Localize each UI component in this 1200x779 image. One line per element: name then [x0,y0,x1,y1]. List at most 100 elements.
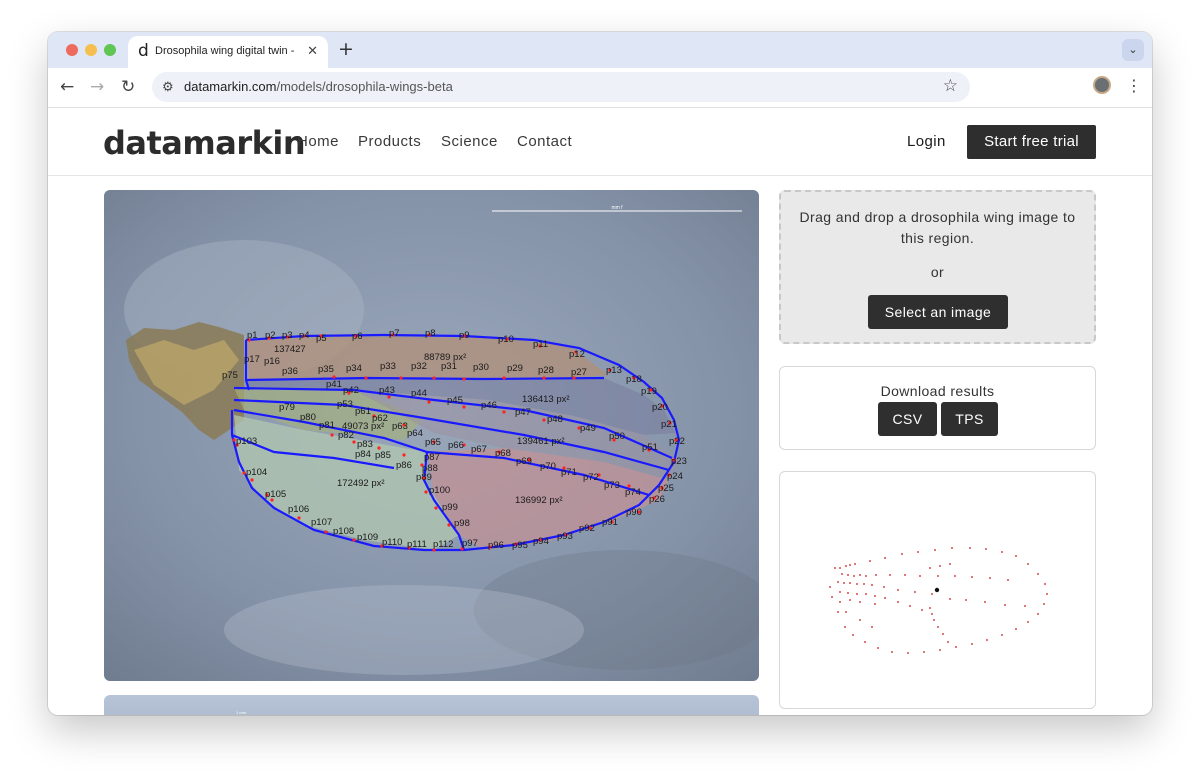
close-tab-icon[interactable]: ✕ [307,43,318,59]
logo[interactable]: datamarkin [103,124,306,162]
back-arrow-icon[interactable]: ← [60,77,74,97]
point-label: p30 [473,362,489,373]
favicon-icon: d [138,41,149,61]
dropzone-or: or [930,264,945,280]
nav-products[interactable]: Products [358,133,421,150]
preview-landmarks [829,547,1048,654]
address-bar[interactable]: ⚙ datamarkin.com/models/drosophila-wings… [152,72,970,102]
landmark-preview [779,471,1096,709]
point-label: p70 [540,461,556,472]
new-tab-icon[interactable]: + [338,38,354,60]
tab-title: Drosophila wing digital twin - [155,45,295,57]
point-label: p71 [561,467,577,478]
point-label: p6 [352,331,363,342]
area-label: 139461 px² [517,436,565,447]
kebab-icon[interactable]: ⋮ [1126,76,1142,95]
point-label: p41 [326,379,342,390]
point-label: p42 [343,385,359,396]
point-label: p4 [299,330,310,341]
point-label: p19 [641,386,657,397]
tab-search-icon[interactable]: ⌄ [1122,39,1144,61]
point-label: p9 [459,330,470,341]
point-label: p27 [571,367,587,378]
point-label: p23 [671,456,687,467]
area-label: 136992 px² [515,495,563,506]
point-label: p49 [580,423,596,434]
preview-centroid [934,587,940,593]
point-label: p51 [642,442,658,453]
point-label: p104 [246,467,267,478]
point-label: p61 [355,406,371,417]
point-label: p91 [602,517,618,528]
minimize-window-button[interactable] [85,44,97,56]
point-label: p83 [357,439,373,450]
star-icon[interactable]: ☆ [943,76,958,96]
point-label: p68 [495,448,511,459]
url-domain: datamarkin.com [184,79,277,94]
nav-contact[interactable]: Contact [517,133,572,150]
wing-overlay: mm f p1 p2 p3 p4 p5 p6 p7 p8 p9 p10 p11 … [104,190,759,681]
point-label: p110 [382,537,402,548]
browser-tab[interactable]: d Drosophila wing digital twin - ✕ [128,36,328,68]
browser-window: d Drosophila wing digital twin - ✕ + ⌄ ←… [48,32,1152,715]
point-label: p75 [222,370,238,381]
point-label: p20 [652,402,668,413]
scale-bar-label-2: 1 mm [236,710,246,715]
login-link[interactable]: Login [907,133,946,150]
download-tps-button[interactable]: TPS [941,402,998,436]
point-label: p74 [625,487,641,498]
area-label: 136413 px² [522,394,570,405]
tune-icon[interactable]: ⚙ [162,79,174,95]
point-label: p11 [533,339,548,350]
point-label: p5 [316,333,327,344]
point-label: p46 [481,400,497,411]
area-label: 88789 px² [424,352,466,363]
profile-avatar[interactable] [1093,76,1111,94]
point-label: p43 [379,385,395,396]
reload-icon[interactable]: ↻ [121,77,135,97]
point-label: p35 [318,364,334,375]
point-label: p33 [380,361,396,372]
point-label: p26 [649,494,665,505]
point-label: p18 [626,374,642,385]
scale-bar-label: mm f [611,205,623,211]
image-dropzone[interactable]: Drag and drop a drosophila wing image to… [779,190,1096,344]
start-trial-button[interactable]: Start free trial [967,125,1096,159]
point-label: p90 [626,507,642,518]
point-label: p7 [389,328,400,339]
nav-science[interactable]: Science [441,133,498,150]
point-label: p108 [333,526,354,537]
download-csv-button[interactable]: CSV [878,402,937,436]
forward-arrow-icon[interactable]: → [90,77,104,97]
point-label: p67 [471,444,487,455]
close-window-button[interactable] [66,44,78,56]
area-label: 49073 px² [342,421,384,432]
area-label: 172492 px² [337,478,385,489]
point-label: p98 [454,518,470,529]
point-label: p89 [416,472,432,483]
point-label: p112 [433,539,453,550]
nav-home[interactable]: Home [297,133,339,150]
point-label: p64 [407,428,423,439]
point-label: p66 [448,440,464,451]
point-label: p22 [669,436,685,447]
select-image-button[interactable]: Select an image [868,295,1008,329]
point-label: p84 [355,449,371,460]
url-path: /models/drosophila-wings-beta [276,79,453,94]
point-label: p94 [533,536,549,547]
point-label: p109 [357,532,378,543]
point-label: p29 [507,363,523,374]
point-label: p3 [282,330,293,341]
point-label: p45 [447,395,463,406]
point-label: p107 [311,517,332,528]
background-blotch [224,585,584,675]
point-label: p21 [661,419,677,430]
dropzone-instructions: Drag and drop a drosophila wing image to… [799,209,1076,246]
url-text[interactable]: datamarkin.com/models/drosophila-wings-b… [184,79,453,94]
point-label: p72 [583,472,599,483]
point-label: p79 [279,402,295,413]
maximize-window-button[interactable] [104,44,116,56]
area-label: 137427 [274,344,306,355]
point-label: p65 [425,437,441,448]
point-label: p36 [282,366,298,377]
